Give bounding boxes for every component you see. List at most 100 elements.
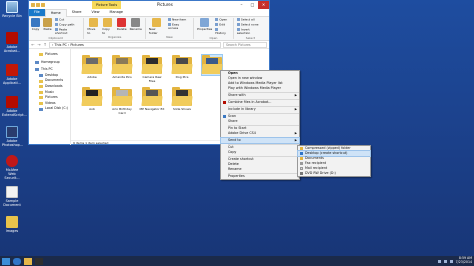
easy-access-button[interactable]: Easy access (168, 23, 190, 31)
select-all-button[interactable]: Select all (237, 18, 264, 22)
tray-chevron-icon[interactable] (437, 259, 441, 263)
paste-shortcut-button[interactable]: Paste shortcut (55, 28, 80, 36)
desktop-icon-recycle-bin[interactable]: Recycle Bin (2, 1, 22, 18)
menu-item-adobe-drive[interactable]: Adobe Drive CS4 ▶ (221, 131, 299, 136)
up-icon[interactable]: ↑ (43, 42, 47, 47)
drive-icon (39, 107, 43, 111)
desktop-icon-images[interactable]: Images (2, 216, 22, 233)
group-label-new: New (166, 35, 173, 39)
menu-item-play-with-wmp[interactable]: Play with Windows Media Player (221, 86, 299, 91)
folder-tile[interactable]: Dog Pics (169, 55, 195, 80)
menu-item-properties[interactable]: Properties (221, 174, 299, 179)
scan-icon (222, 115, 226, 118)
properties-icon[interactable] (36, 3, 40, 7)
mcafee-icon (6, 155, 18, 167)
folder-icon (39, 90, 43, 94)
ribbon-group-clipboard: Copy Paste Cut Copy path Paste shortcut … (31, 18, 85, 40)
folder-icon (171, 87, 193, 107)
edit-button[interactable]: Edit (215, 23, 230, 27)
copy-button[interactable]: Copy (31, 18, 40, 32)
desktop-icon-sample-document[interactable]: Sample Document (2, 186, 22, 207)
rename-button[interactable]: Rename (130, 18, 142, 32)
mail-icon (299, 167, 303, 170)
homegroup-icon (35, 60, 39, 64)
ribbon-group-new: New folder New item Easy access New (149, 18, 195, 39)
context-menu: Open Open in new window Add to Windows M… (220, 70, 300, 180)
folder-icon (171, 55, 193, 75)
tab-share[interactable]: Share (67, 9, 87, 16)
new-folder-button[interactable]: New folder (149, 18, 165, 35)
menu-item-combine-acrobat[interactable]: Combine files in Acrobat... (221, 100, 299, 105)
folder-tile[interactable]: Amanita Pics (109, 55, 135, 80)
clock[interactable]: 8:59 AM 7/23/2014 (456, 257, 472, 264)
paste-button[interactable]: Paste (43, 18, 52, 32)
invert-selection-button[interactable]: Invert selection (237, 28, 264, 36)
tab-view[interactable]: View (87, 9, 105, 16)
menu-item-send-to[interactable]: Send to ▶ (220, 137, 300, 144)
select-none-button[interactable]: Select none (237, 23, 264, 27)
copy-path-button[interactable]: Copy path (55, 23, 80, 27)
forward-icon[interactable]: → (37, 42, 41, 47)
menu-item-share[interactable]: Share (221, 119, 299, 124)
folder-tile[interactable]: Arlo Birthday Card (109, 87, 135, 115)
menu-item-copy[interactable]: Copy (221, 150, 299, 155)
new-folder-icon[interactable] (41, 3, 45, 7)
network-icon[interactable] (443, 259, 447, 263)
tab-file[interactable]: File (29, 9, 45, 16)
folder-tile[interactable]: Aob (79, 87, 105, 112)
paste-icon (43, 18, 52, 27)
history-button[interactable]: History (215, 28, 230, 36)
app-icon[interactable] (35, 257, 43, 265)
adobe-extendscript-icon (6, 96, 18, 108)
sendto-dvd-drive[interactable]: DVD RW Drive (D:) (298, 171, 370, 176)
desktop-icon-acrobat[interactable]: Adobe Acrobat... (2, 32, 22, 53)
quick-access-toolbar[interactable] (31, 3, 45, 7)
acrobat-icon (6, 32, 18, 44)
ie-icon[interactable] (13, 257, 21, 265)
ribbon-group-open: Properties Open Edit History Open (197, 18, 234, 40)
nav-item-homegroup[interactable]: Homegroup (29, 60, 70, 66)
open-button[interactable]: Open (215, 18, 230, 22)
submenu-arrow-icon: ▶ (294, 131, 297, 135)
desktop-icon (39, 74, 43, 78)
folder-tile[interactable]: Adobe (79, 55, 105, 80)
minimize-button[interactable]: – (236, 1, 247, 9)
cut-button[interactable]: Cut (55, 18, 80, 22)
close-button[interactable]: ✕ (258, 1, 269, 9)
nav-item-local-disk[interactable]: Local Disk (C:) (29, 106, 70, 112)
desktop-icon-mcafee[interactable]: McAfee Web Securit... (2, 155, 22, 180)
group-label-organize: Organize (107, 35, 122, 39)
menu-item-include-in-library[interactable]: Include in library ▶ (221, 107, 299, 112)
properties-button[interactable]: Properties (197, 18, 212, 32)
menu-item-share-with[interactable]: Share with ▶ (221, 93, 299, 98)
ribbon: Copy Paste Cut Copy path Paste shortcut … (29, 16, 269, 41)
folder-tile[interactable]: Slide Shows (169, 87, 195, 112)
system-tray: 8:59 AM 7/23/2014 (437, 256, 472, 266)
folder-tile[interactable]: Camera Raw Files (139, 55, 165, 83)
photoshop-icon (6, 126, 18, 138)
tab-manage[interactable]: Manage (105, 9, 128, 16)
explorer-icon[interactable] (24, 257, 32, 265)
acrobat-icon (222, 101, 226, 104)
move-to-button[interactable]: Move to (87, 18, 99, 35)
back-icon[interactable]: ← (31, 42, 35, 47)
volume-icon[interactable] (449, 259, 453, 263)
new-item-button[interactable]: New item (168, 18, 190, 22)
delete-button[interactable]: Delete (117, 18, 127, 32)
address-bar[interactable]: › This PC › Pictures (49, 41, 221, 48)
desktop-icon-extendscript[interactable]: Adobe ExtendScript... (2, 96, 27, 117)
folder-icon (81, 87, 103, 107)
desktop-icon-photoshop[interactable]: Adobe Photoshop... (2, 126, 23, 147)
copy-to-button[interactable]: Copy to (102, 18, 113, 35)
folder-tile[interactable]: MP Navigator EX (139, 87, 165, 112)
desktop-icon-adobe-app[interactable]: Adobe Applicati... (2, 64, 22, 85)
nav-item-pictures-quick[interactable]: Pictures (29, 52, 70, 58)
maximize-button[interactable]: □ (247, 1, 258, 9)
menu-item-rename[interactable]: Rename (221, 167, 299, 172)
start-icon[interactable] (2, 257, 10, 265)
tab-home[interactable]: Home (44, 8, 67, 17)
dvd-drive-icon (299, 172, 303, 175)
search-input[interactable]: Search Pictures (223, 41, 267, 48)
folder-icon (111, 55, 133, 75)
folder-icon[interactable] (31, 3, 35, 7)
